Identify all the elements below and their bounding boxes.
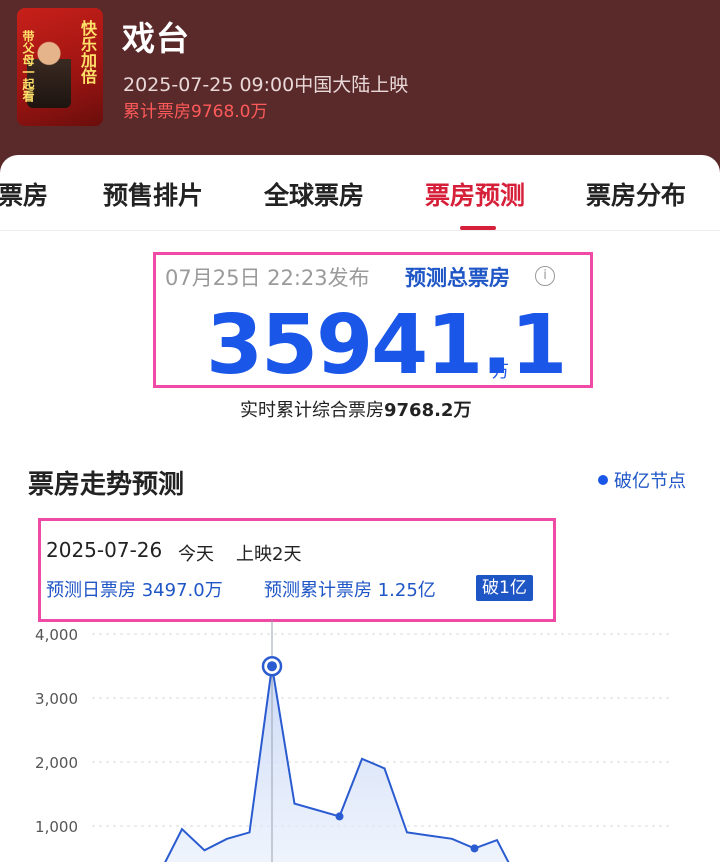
movie-poster[interactable]: 快乐加倍 带父母一起看: [17, 8, 103, 126]
tab-box-office-distribution[interactable]: 票房分布: [586, 176, 686, 212]
poster-tagline: 带父母一起看: [21, 30, 35, 102]
movie-title: 戏台: [122, 19, 190, 58]
chart-tooltip: [38, 518, 556, 622]
y-tick-label: 4,000: [35, 626, 78, 644]
forecast-total-label: 预测总票房: [405, 266, 510, 290]
trend-title: 票房走势预测: [28, 470, 185, 500]
milestone-dot-icon: [598, 475, 608, 485]
tooltip-days-since-release: 上映2天: [236, 544, 302, 565]
milestone-legend-label: 破亿节点: [614, 471, 686, 492]
tooltip-cumulative-forecast: 预测累计票房 1.25亿: [264, 580, 436, 601]
tooltip-daily-forecast: 预测日票房 3497.0万: [46, 580, 223, 601]
realtime-label: 实时累计综合票房: [240, 400, 384, 421]
highlighted-point-core: [267, 661, 277, 672]
tooltip-milestone-badge: 破1亿: [476, 575, 533, 601]
y-tick-label: 2,000: [35, 754, 78, 772]
tooltip-date: 2025-07-26: [46, 538, 163, 562]
info-icon[interactable]: i: [535, 266, 555, 286]
data-point: [470, 844, 479, 853]
tab-global-box-office[interactable]: 全球票房: [264, 176, 364, 212]
release-info: 2025-07-25 09:00中国大陆上映: [123, 74, 409, 96]
y-tick-label: 3,000: [35, 690, 78, 708]
poster-slogan: 快乐加倍: [78, 20, 97, 84]
chart-area: [165, 666, 509, 862]
publish-time: 07月25日 22:23发布: [165, 266, 370, 290]
forecast-total-value: 35941.1: [206, 298, 567, 393]
realtime-value: 9768.2万: [384, 400, 472, 421]
tab-bar: 票房 预售排片 全球票房 票房预测 票房分布: [0, 172, 720, 231]
header-box-office: 累计票房9768.0万: [123, 102, 268, 122]
box-office-trend-chart[interactable]: 4,000 3,000 2,000 1,000: [0, 620, 720, 862]
tab-box-office-forecast[interactable]: 票房预测: [425, 176, 525, 212]
tab-box-office[interactable]: 票房: [0, 176, 48, 212]
tab-presale[interactable]: 预售排片: [103, 176, 203, 212]
milestone-legend[interactable]: 破亿节点: [598, 467, 686, 493]
tooltip-today: 今天: [178, 544, 214, 565]
tab-active-indicator: [460, 226, 496, 230]
data-point: [335, 812, 344, 821]
y-tick-label: 1,000: [35, 818, 78, 836]
realtime-box-office: 实时累计综合票房9768.2万: [240, 396, 471, 422]
forecast-total-unit: 万: [492, 362, 509, 382]
